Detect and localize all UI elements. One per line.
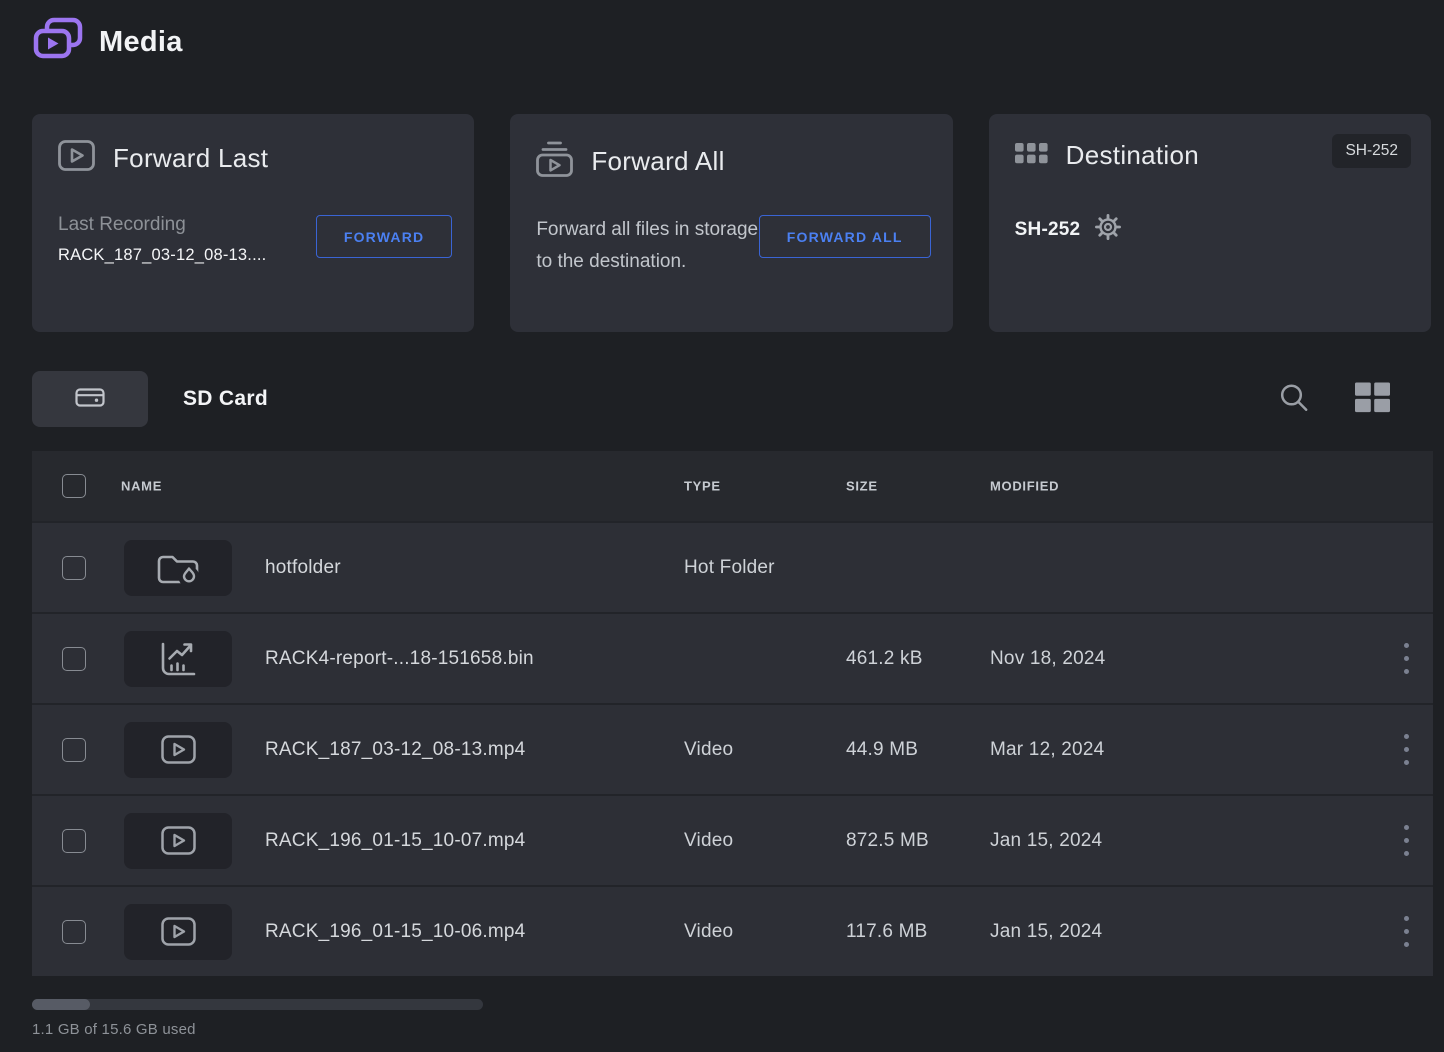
horizontal-scrollbar[interactable]: [32, 999, 483, 1010]
file-thumbnail[interactable]: [124, 813, 232, 869]
play-box-icon: [58, 140, 95, 176]
file-name[interactable]: RACK_187_03-12_08-13.mp4: [265, 739, 525, 761]
video-play-icon: [161, 917, 196, 946]
file-modified: Jan 15, 2024: [990, 921, 1102, 943]
table-row: RACK4-report-...18-151658.bin 461.2 kB N…: [32, 612, 1433, 703]
kebab-menu-icon: [1404, 643, 1409, 648]
file-name[interactable]: RACK4-report-...18-151658.bin: [265, 648, 534, 670]
table-row: RACK_187_03-12_08-13.mp4 Video 44.9 MB M…: [32, 703, 1433, 794]
column-header-modified[interactable]: MODIFIED: [990, 479, 1059, 494]
file-thumbnail[interactable]: [124, 722, 232, 778]
forward-last-card: Forward Last Last Recording RACK_187_03-…: [32, 114, 474, 332]
file-modified: Mar 12, 2024: [990, 739, 1104, 761]
storage-toolbar: SD Card: [32, 371, 1431, 427]
kebab-menu-icon: [1404, 734, 1409, 739]
row-checkbox[interactable]: [62, 829, 86, 853]
forward-all-description: Forward all files in storage to the dest…: [536, 214, 766, 278]
grid-view-button[interactable]: [1355, 383, 1390, 416]
search-button[interactable]: [1279, 383, 1309, 416]
video-play-icon: [161, 735, 196, 764]
table-header: NAME TYPE SIZE MODIFIED: [32, 451, 1433, 521]
table-row: RACK_196_01-15_10-07.mp4 Video 872.5 MB …: [32, 794, 1433, 885]
file-name[interactable]: RACK_196_01-15_10-07.mp4: [265, 830, 525, 852]
row-menu-button[interactable]: [1394, 821, 1418, 861]
row-checkbox[interactable]: [62, 738, 86, 762]
last-recording-filename: RACK_187_03-12_08-13....: [58, 246, 266, 265]
media-table: NAME TYPE SIZE MODIFIED: [32, 451, 1433, 976]
select-all-checkbox[interactable]: [62, 474, 86, 498]
page-header: Media: [33, 17, 183, 68]
file-type: Video: [684, 739, 733, 761]
grid-view-icon: [1355, 383, 1390, 416]
row-menu-button[interactable]: [1394, 639, 1418, 679]
file-size: 872.5 MB: [846, 830, 929, 852]
table-row: hotfolder Hot Folder: [32, 521, 1433, 612]
file-thumbnail[interactable]: [124, 904, 232, 960]
kebab-menu-icon: [1404, 916, 1409, 921]
destination-card: Destination SH-252 SH-252: [989, 114, 1431, 332]
column-header-name[interactable]: NAME: [121, 479, 162, 494]
row-checkbox[interactable]: [62, 647, 86, 671]
sd-drive-icon: [75, 386, 105, 412]
card-title: Forward Last: [113, 143, 268, 174]
storage-name: SD Card: [183, 387, 268, 411]
file-type: Video: [684, 921, 733, 943]
storage-usage-text: 1.1 GB of 15.6 GB used: [32, 1021, 196, 1038]
row-checkbox[interactable]: [62, 556, 86, 580]
file-modified: Nov 18, 2024: [990, 648, 1105, 670]
destination-badge: SH-252: [1332, 134, 1411, 168]
chart-report-icon: [158, 641, 198, 677]
scrollbar-thumb[interactable]: [32, 999, 90, 1010]
media-icon: [33, 17, 83, 68]
file-thumbnail[interactable]: [124, 631, 232, 687]
destination-grid-icon: [1015, 143, 1048, 169]
file-name[interactable]: RACK_196_01-15_10-06.mp4: [265, 921, 525, 943]
table-body: hotfolder Hot Folder: [32, 521, 1433, 976]
file-modified: Jan 15, 2024: [990, 830, 1102, 852]
file-type: Video: [684, 830, 733, 852]
file-size: 44.9 MB: [846, 739, 918, 761]
card-title: Destination: [1066, 140, 1199, 171]
search-icon: [1279, 383, 1309, 416]
media-screen: Media Forward Last Last Recording RACK_1…: [0, 0, 1444, 1052]
video-play-icon: [161, 826, 196, 855]
forward-all-card: Forward All Forward all files in storage…: [510, 114, 952, 332]
last-recording-label: Last Recording: [58, 214, 186, 236]
sd-card-button[interactable]: [32, 371, 148, 427]
page-title: Media: [99, 26, 183, 59]
hot-folder-icon: [155, 549, 201, 587]
destination-value: SH-252: [1015, 219, 1081, 241]
file-size: 117.6 MB: [846, 921, 928, 943]
file-size: 461.2 kB: [846, 648, 923, 670]
forward-all-icon: [536, 140, 573, 182]
row-checkbox[interactable]: [62, 920, 86, 944]
row-menu-button[interactable]: [1394, 912, 1418, 952]
column-header-type[interactable]: TYPE: [684, 479, 721, 494]
row-menu-button[interactable]: [1394, 730, 1418, 770]
column-header-size[interactable]: SIZE: [846, 479, 878, 494]
gear-icon[interactable]: [1094, 213, 1122, 246]
forward-all-button[interactable]: FORWARD ALL: [759, 215, 931, 258]
file-type: Hot Folder: [684, 557, 775, 579]
cards-row: Forward Last Last Recording RACK_187_03-…: [32, 114, 1431, 332]
forward-button[interactable]: FORWARD: [316, 215, 452, 258]
table-row: RACK_196_01-15_10-06.mp4 Video 117.6 MB …: [32, 885, 1433, 976]
file-thumbnail[interactable]: [124, 540, 232, 596]
card-title: Forward All: [591, 146, 724, 177]
file-name[interactable]: hotfolder: [265, 557, 341, 579]
kebab-menu-icon: [1404, 825, 1409, 830]
